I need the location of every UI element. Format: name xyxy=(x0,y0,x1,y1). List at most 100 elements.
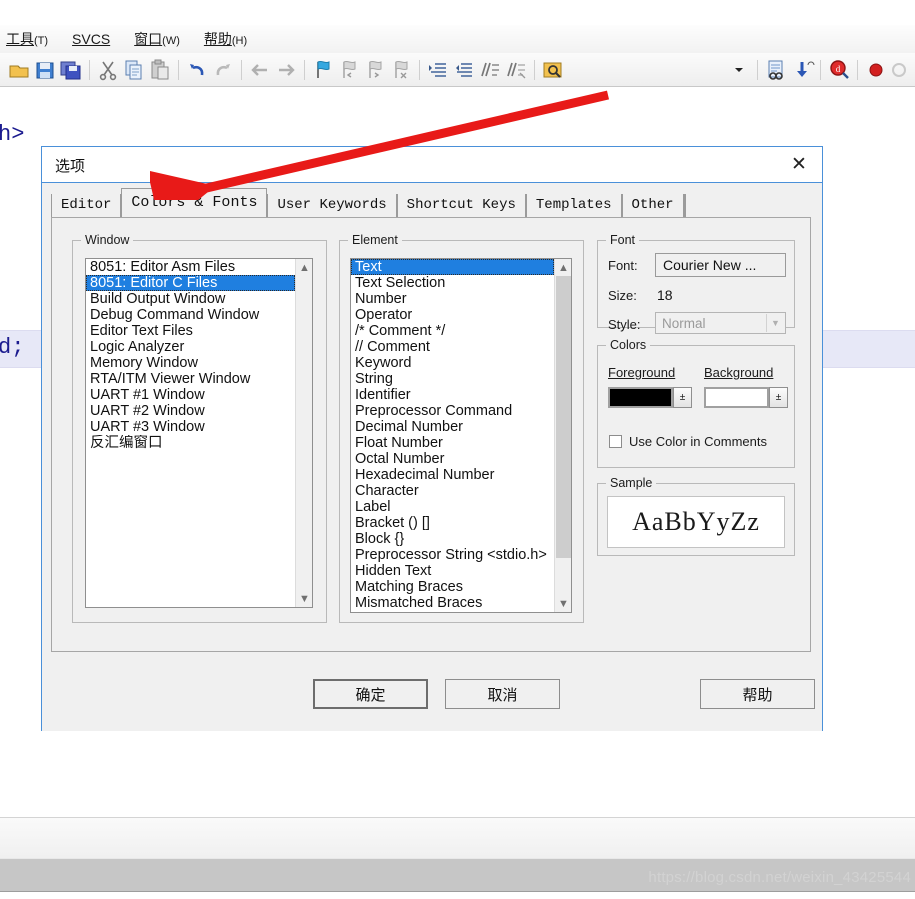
menu-help[interactable]: 帮助(H) xyxy=(204,29,247,49)
list-item[interactable]: Operator xyxy=(351,307,554,323)
scroll-down-icon[interactable]: ▼ xyxy=(555,595,571,612)
save-icon[interactable] xyxy=(32,57,58,83)
foreground-color-well[interactable] xyxy=(608,387,673,408)
list-item[interactable]: Keyword xyxy=(351,355,554,371)
list-item[interactable]: RTA/ITM Viewer Window xyxy=(86,371,295,387)
tab-templates[interactable]: Templates xyxy=(525,194,622,219)
list-item[interactable]: Preprocessor Command xyxy=(351,403,554,419)
bookmark-next-icon[interactable] xyxy=(362,57,388,83)
list-item[interactable]: Float Number xyxy=(351,435,554,451)
element-group: Element Text Text Selection Number Opera… xyxy=(339,233,584,623)
find-in-files-icon[interactable] xyxy=(763,57,789,83)
sample-group-label: Sample xyxy=(606,476,657,490)
element-list[interactable]: Text Text Selection Number Operator /* C… xyxy=(350,258,572,613)
cut-icon[interactable] xyxy=(95,57,121,83)
redo-icon[interactable] xyxy=(210,57,236,83)
background-color-well[interactable] xyxy=(704,387,769,408)
bookmark-prev-icon[interactable] xyxy=(336,57,362,83)
scrollbar-thumb[interactable] xyxy=(556,276,571,558)
tab-shortcut-keys[interactable]: Shortcut Keys xyxy=(396,194,526,219)
list-item[interactable]: Matching Braces xyxy=(351,579,554,595)
menu-window[interactable]: 窗口(W) xyxy=(134,29,180,49)
tab-strip-end xyxy=(683,194,686,219)
save-all-icon[interactable] xyxy=(58,57,84,83)
scroll-up-icon[interactable]: ▲ xyxy=(296,259,312,276)
element-list-scrollbar[interactable]: ▲ ▼ xyxy=(554,259,571,612)
dropdown-arrow-icon[interactable] xyxy=(726,57,752,83)
uncomment-icon[interactable] xyxy=(503,57,529,83)
bookmark-clear-icon[interactable] xyxy=(388,57,414,83)
list-item[interactable]: UART #2 Window xyxy=(86,403,295,419)
status-bar-upper xyxy=(0,817,915,859)
list-item[interactable]: Number xyxy=(351,291,554,307)
list-item[interactable]: UART #1 Window xyxy=(86,387,295,403)
list-item[interactable]: Block {} xyxy=(351,531,554,547)
list-item[interactable]: Octal Number xyxy=(351,451,554,467)
window-list[interactable]: 8051: Editor Asm Files 8051: Editor C Fi… xyxy=(85,258,313,608)
navigate-forward-icon[interactable] xyxy=(273,57,299,83)
list-item[interactable]: Text Selection xyxy=(351,275,554,291)
foreground-color-dropdown[interactable]: ± xyxy=(673,387,692,408)
undo-icon[interactable] xyxy=(184,57,210,83)
paste-icon[interactable] xyxy=(147,57,173,83)
comment-icon[interactable] xyxy=(477,57,503,83)
list-item[interactable]: Label xyxy=(351,499,554,515)
bookmark-toggle-icon[interactable] xyxy=(310,57,336,83)
record-secondary-icon[interactable] xyxy=(889,57,915,83)
tab-other[interactable]: Other xyxy=(621,194,684,219)
navigate-back-icon[interactable] xyxy=(247,57,273,83)
list-item[interactable]: Mismatched Braces xyxy=(351,595,554,611)
outdent-icon[interactable] xyxy=(451,57,477,83)
list-item-selected[interactable]: Text xyxy=(351,259,554,275)
use-color-in-comments-label: Use Color in Comments xyxy=(629,434,767,449)
list-item[interactable]: User Keywords xyxy=(351,611,554,612)
list-item[interactable]: Hidden Text xyxy=(351,563,554,579)
list-item[interactable]: String xyxy=(351,371,554,387)
tab-editor[interactable]: Editor xyxy=(51,194,122,219)
font-group: Font Font: Courier New ... Size: 18 Styl… xyxy=(597,233,795,334)
scroll-up-icon[interactable]: ▲ xyxy=(555,259,571,276)
tab-colors-and-fonts[interactable]: Colors & Fonts xyxy=(121,188,268,217)
list-item[interactable]: Hexadecimal Number xyxy=(351,467,554,483)
list-item[interactable]: Build Output Window xyxy=(86,291,295,307)
font-name-button[interactable]: Courier New ... xyxy=(655,253,786,277)
scroll-down-icon[interactable]: ▼ xyxy=(296,590,312,607)
list-item[interactable]: 反汇编窗口 xyxy=(86,435,295,451)
cancel-button[interactable]: 取消 xyxy=(445,679,560,709)
list-item[interactable]: Bracket () [] xyxy=(351,515,554,531)
debug-start-icon[interactable] xyxy=(789,57,815,83)
ok-button[interactable]: 确定 xyxy=(313,679,428,709)
help-button[interactable]: 帮助 xyxy=(700,679,815,709)
use-color-in-comments-checkbox[interactable] xyxy=(609,435,622,448)
magnifier-d-icon[interactable]: d xyxy=(826,57,852,83)
list-item[interactable]: Preprocessor String <stdio.h> xyxy=(351,547,554,563)
open-folder-icon[interactable] xyxy=(6,57,32,83)
record-stop-icon[interactable] xyxy=(863,57,889,83)
copy-icon[interactable] xyxy=(121,57,147,83)
menu-tools[interactable]: 工具(T) xyxy=(6,29,48,49)
chevron-down-icon[interactable]: ▼ xyxy=(766,314,784,332)
list-item[interactable]: Logic Analyzer xyxy=(86,339,295,355)
list-item-selected[interactable]: 8051: Editor C Files xyxy=(86,275,295,291)
list-item[interactable]: Memory Window xyxy=(86,355,295,371)
toolbar-separator xyxy=(857,59,858,80)
list-item[interactable]: Editor Text Files xyxy=(86,323,295,339)
list-item[interactable]: 8051: Editor Asm Files xyxy=(86,259,295,275)
list-item[interactable]: // Comment xyxy=(351,339,554,355)
list-item[interactable]: UART #3 Window xyxy=(86,419,295,435)
list-item[interactable]: Debug Command Window xyxy=(86,307,295,323)
toolbar-separator xyxy=(178,59,179,80)
window-list-scrollbar[interactable]: ▲ ▼ xyxy=(295,259,312,607)
tab-user-keywords[interactable]: User Keywords xyxy=(267,194,397,219)
indent-icon[interactable] xyxy=(425,57,451,83)
list-item[interactable]: /* Comment */ xyxy=(351,323,554,339)
menu-svcs[interactable]: SVCS xyxy=(72,31,110,47)
background-color-dropdown[interactable]: ± xyxy=(769,387,788,408)
close-icon[interactable]: ✕ xyxy=(776,147,822,181)
list-item[interactable]: Decimal Number xyxy=(351,419,554,435)
svg-text:d: d xyxy=(836,64,841,74)
list-item[interactable]: Identifier xyxy=(351,387,554,403)
style-combobox[interactable]: Normal ▼ xyxy=(655,312,786,334)
open-file-search-icon[interactable] xyxy=(540,57,566,83)
list-item[interactable]: Character xyxy=(351,483,554,499)
